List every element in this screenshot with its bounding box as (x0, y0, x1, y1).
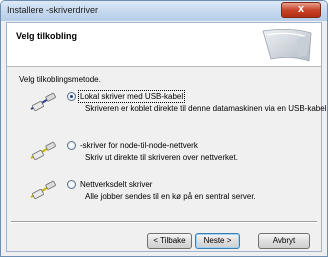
next-button[interactable]: Neste > (195, 233, 240, 249)
window-title: Installere -skriverdriver (7, 5, 99, 15)
option-label: -skriver for node-til-node-nettverk (80, 141, 198, 150)
wizard-banner-icon (262, 29, 312, 62)
option-description: Skriv ut direkte til skriveren over nett… (85, 153, 238, 162)
installer-window: Installere -skriverdriver x Velg tilkobl… (0, 0, 328, 257)
back-button[interactable]: < Tilbake (147, 233, 192, 249)
wizard-header: Velg tilkobling (7, 23, 321, 67)
radio-local-usb[interactable] (67, 92, 76, 101)
option-local-usb[interactable]: Lokal skriver med USB-kabel Skriveren er… (7, 89, 327, 125)
footer-divider (11, 221, 317, 223)
connection-method-label: Velg tilkoblingsmetode. (19, 75, 101, 84)
shared-network-cable-icon (30, 180, 56, 200)
radio-peer-network[interactable] (67, 141, 76, 150)
option-peer-network[interactable]: -skriver for node-til-node-nettverk Skri… (7, 138, 321, 174)
title-bar[interactable]: Installere -skriverdriver x (1, 1, 327, 21)
option-description: Alle jobber sendes til en kø på en sentr… (85, 192, 256, 201)
option-shared-network[interactable]: Nettverksdelt skriver Alle jobber sendes… (7, 177, 321, 213)
option-label: Lokal skriver med USB-kabel (77, 90, 186, 103)
network-cable-icon (30, 141, 56, 161)
usb-cable-icon (30, 92, 56, 112)
option-description: Skriveren er koblet direkte til denne da… (85, 104, 328, 113)
dialog-body: Velg tilkobling Velg tilkoblingsmetode. (6, 22, 327, 252)
close-button[interactable]: x (281, 2, 321, 18)
radio-shared-network[interactable] (67, 180, 76, 189)
close-icon: x (297, 3, 305, 15)
page-title: Velg tilkobling (16, 31, 78, 41)
cancel-button[interactable]: Avbryt (258, 233, 310, 249)
option-label: Nettverksdelt skriver (80, 180, 153, 189)
